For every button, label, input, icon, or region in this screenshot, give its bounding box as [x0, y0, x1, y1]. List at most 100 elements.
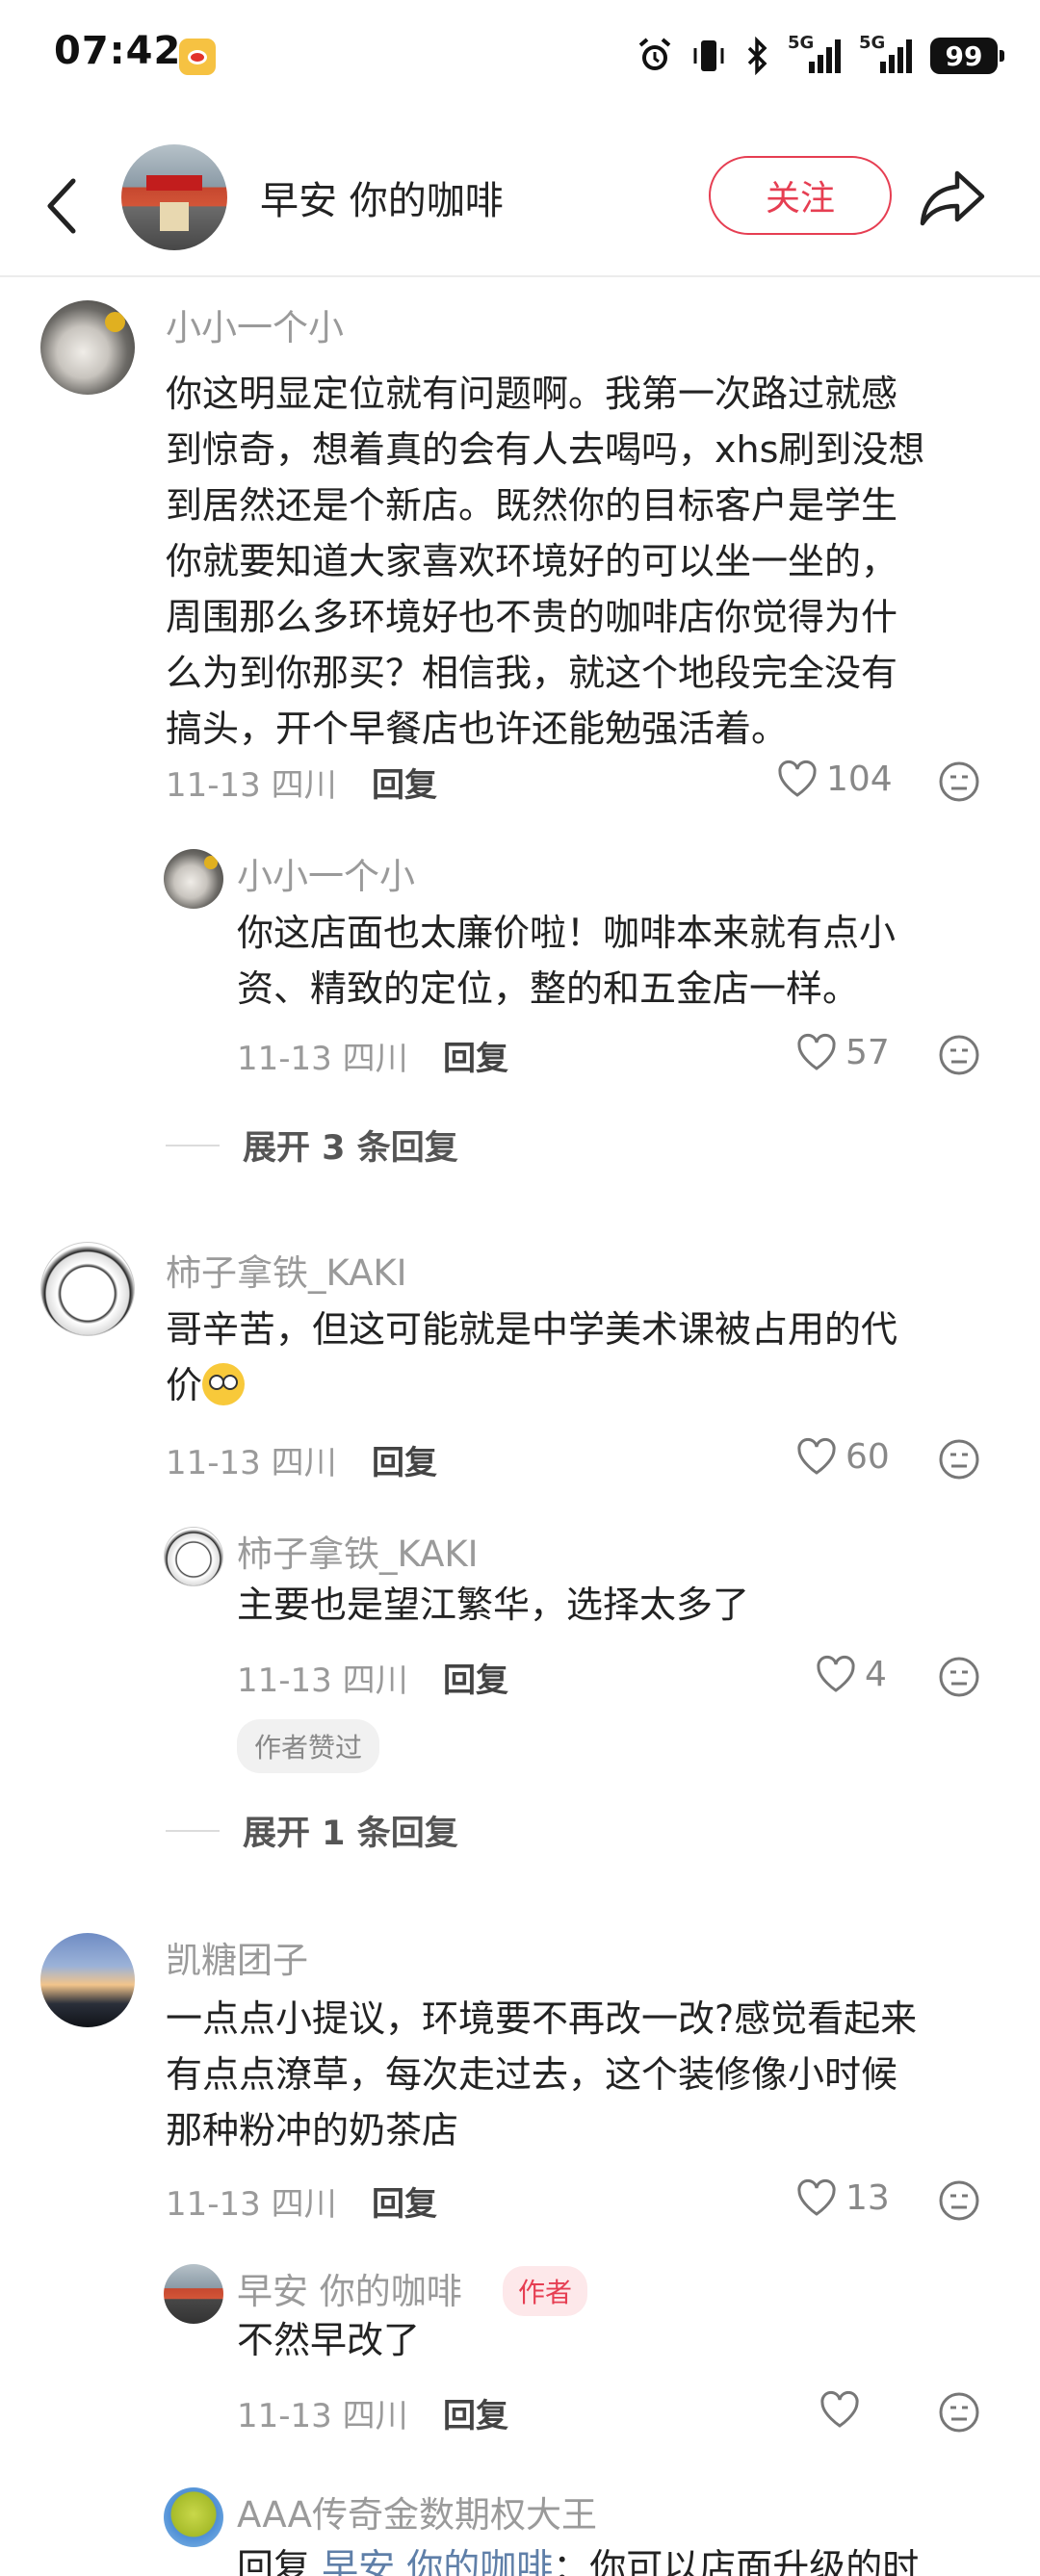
like-button[interactable] — [819, 2385, 861, 2434]
comment-date-location: 11-13 四川 — [237, 2397, 408, 2435]
comment-author[interactable]: 柿子拿铁_KAKI — [166, 1244, 407, 1296]
comment-text[interactable]: 主要也是望江繁华，选择太多了 — [237, 1577, 1007, 1633]
comment-author[interactable]: 凯糖团子 — [166, 1931, 308, 1983]
avatar[interactable] — [164, 2487, 223, 2547]
chevron-left-icon — [47, 178, 76, 234]
expand-replies-button[interactable]: 展开 1 条回复 — [166, 1806, 458, 1855]
share-icon — [920, 170, 985, 226]
text-line: 周围那么多环境好也不贵的咖啡店你觉得为什 — [166, 596, 898, 638]
reply-button[interactable]: 回复 — [443, 1032, 508, 1079]
like-count: 4 — [865, 1654, 887, 1694]
signal-5g-2: 5G — [859, 33, 913, 75]
mention-link[interactable]: 早安 你的咖啡 — [322, 2546, 553, 2576]
comment-date-location: 11-13 四川 — [237, 1040, 408, 1078]
like-count: 60 — [845, 1436, 890, 1477]
back-button[interactable] — [33, 167, 91, 245]
like-count: 13 — [845, 2177, 890, 2218]
vibrate-icon — [693, 40, 724, 71]
account-name[interactable]: 早安 你的咖啡 — [260, 169, 504, 225]
avatar[interactable] — [40, 1933, 135, 2027]
comment-author[interactable]: 小小一个小 — [237, 847, 415, 899]
reply-button[interactable]: 回复 — [372, 1436, 437, 1483]
text-line: ：你可以店面升级的时 — [553, 2546, 920, 2576]
comment-author[interactable]: AAA传奇金数期权大王 — [237, 2486, 597, 2537]
comment-author[interactable]: 柿子拿铁_KAKI — [237, 1525, 479, 1577]
text-line: 主要也是望江繁华，选择太多了 — [237, 1584, 750, 1626]
avatar[interactable] — [40, 1242, 135, 1336]
text-line: 价 — [166, 1364, 203, 1406]
emoji-react-icon[interactable] — [938, 760, 980, 803]
follow-button[interactable]: 关注 — [709, 156, 892, 235]
emoji-react-icon[interactable] — [938, 1656, 980, 1698]
like-button[interactable]: 13 — [795, 2174, 890, 2222]
avatar[interactable] — [164, 2264, 223, 2324]
comment-text[interactable]: 你这明显定位就有问题啊。我第一次路过就感 到惊奇，想着真的会有人去喝吗，xhs刷… — [166, 366, 1013, 757]
divider — [166, 1144, 220, 1146]
text-line-with-emoji: 价 — [166, 1357, 1013, 1413]
text-line: 一点点小提议，环境要不再改一改?感觉看起来 — [166, 1997, 918, 2040]
avatar[interactable] — [40, 300, 135, 395]
comment-text[interactable]: 一点点小提议，环境要不再改一改?感觉看起来 有点点潦草，每次走过去，这个装修像小… — [166, 1991, 1013, 2158]
like-count: 57 — [845, 1032, 890, 1072]
reply: 柿子拿铁_KAKI 主要也是望江繁华，选择太多了 11-13 四川 回复 4 作… — [0, 1527, 1040, 1777]
text-line: 你就要知道大家喜欢环境好的可以坐一坐的， — [166, 540, 898, 582]
reply-prefix: 回复 — [237, 2546, 311, 2576]
author-liked-badge: 作者赞过 — [237, 1719, 380, 1773]
text-line: 哥辛苦，但这可能就是中学美术课被占用的代 — [166, 1308, 898, 1351]
comment-text[interactable]: 你这店面也太廉价啦！咖啡本来就有点小 资、精致的定位，整的和五金店一样。 — [237, 905, 1007, 1017]
weibo-notification-icon — [179, 39, 216, 75]
text-line: 么为到你那买？相信我，就这个地段完全没有 — [166, 652, 898, 694]
emoji-react-icon[interactable] — [938, 2391, 980, 2434]
comment: 凯糖团子 一点点小提议，环境要不再改一改?感觉看起来 有点点潦草，每次走过去，这… — [0, 1929, 1040, 2237]
text-line: 资、精致的定位，整的和五金店一样。 — [237, 967, 860, 1010]
reply-button[interactable]: 回复 — [372, 2177, 437, 2225]
expand-replies-button[interactable]: 展开 3 条回复 — [166, 1121, 458, 1170]
expand-label: 展开 3 条回复 — [243, 1129, 458, 1168]
avatar[interactable] — [164, 849, 223, 909]
avatar[interactable] — [164, 1527, 223, 1586]
reply-button[interactable]: 回复 — [372, 759, 437, 806]
heart-icon — [797, 1033, 836, 1070]
text-line: 搞头，开个早餐店也许还能勉强活着。 — [166, 708, 789, 750]
comment-author[interactable]: 早安 你的咖啡 — [237, 2262, 462, 2314]
comment-date-location: 11-13 四川 — [166, 766, 337, 805]
comment-text[interactable]: 不然早改了 — [237, 2312, 1007, 2368]
text-line: 你这店面也太廉价啦！咖啡本来就有点小 — [237, 912, 897, 954]
text-line: 有点点潦草，每次走过去，这个装修像小时候 — [166, 2053, 898, 2096]
heart-icon — [820, 2390, 859, 2428]
bluetooth-icon — [747, 37, 767, 75]
heart-icon — [817, 1655, 855, 1692]
text-line: 不然早改了 — [237, 2319, 421, 2361]
reply: AAA传奇金数期权大王 回复 早安 你的咖啡：你可以店面升级的时 — [0, 2484, 1040, 2576]
heart-icon — [797, 1437, 836, 1475]
status-bar: 07:42 5G 5G 99 — [0, 0, 1040, 116]
text-line: 到居然还是个新店。既然你的目标客户是学生 — [166, 484, 898, 527]
text-line: 那种粉冲的奶茶店 — [166, 2109, 459, 2151]
text-line: 你这明显定位就有问题啊。我第一次路过就感 — [166, 373, 898, 415]
expand-label: 展开 1 条回复 — [243, 1815, 458, 1853]
comment-date-location: 11-13 四川 — [166, 2185, 337, 2224]
like-button[interactable]: 104 — [776, 755, 893, 803]
signal-5g-1: 5G — [788, 33, 842, 75]
comment: 柿子拿铁_KAKI 哥辛苦，但这可能就是中学美术课被占用的代 价 11-13 四… — [0, 1238, 1040, 1488]
alarm-icon — [638, 38, 671, 70]
author-badge: 作者 — [503, 2266, 588, 2316]
like-button[interactable]: 57 — [795, 1028, 890, 1076]
account-avatar[interactable] — [121, 144, 227, 250]
reply: 早安 你的咖啡 作者 不然早改了 11-13 四川 回复 — [0, 2264, 1040, 2447]
status-icons: 5G 5G 99 — [636, 33, 1004, 79]
like-count: 104 — [826, 759, 893, 799]
comment-author[interactable]: 小小一个小 — [166, 298, 344, 350]
comment-text[interactable]: 回复 早安 你的咖啡：你可以店面升级的时 — [237, 2539, 1027, 2576]
share-button[interactable] — [917, 162, 990, 235]
reply-button[interactable]: 回复 — [443, 1654, 508, 1701]
reply-button[interactable]: 回复 — [443, 2389, 508, 2436]
like-button[interactable]: 60 — [795, 1432, 890, 1481]
emoji-react-icon[interactable] — [938, 1438, 980, 1481]
header: 早安 你的咖啡 关注 — [0, 133, 1040, 277]
emoji-react-icon[interactable] — [938, 1034, 980, 1076]
comment-text[interactable]: 哥辛苦，但这可能就是中学美术课被占用的代 价 — [166, 1301, 1013, 1413]
emoji-react-icon[interactable] — [938, 2179, 980, 2222]
like-button[interactable]: 4 — [815, 1650, 887, 1698]
comment: 小小一个小 你这明显定位就有问题啊。我第一次路过就感 到惊奇，想着真的会有人去喝… — [0, 289, 1040, 809]
